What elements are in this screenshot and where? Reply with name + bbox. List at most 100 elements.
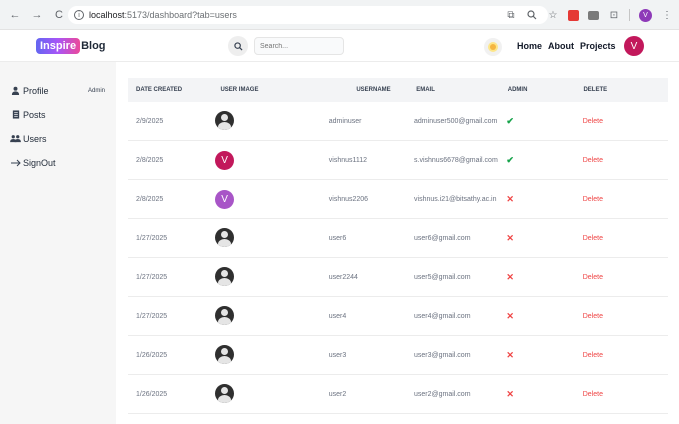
sidebar-item-posts[interactable]: Posts: [10, 109, 46, 120]
delete-user-button[interactable]: Delete: [583, 391, 603, 398]
address-bar[interactable]: i localhost:5173/dashboard?tab=users: [68, 6, 548, 24]
browser-toolbar: ← → C i localhost:5173/dashboard?tab=use…: [0, 0, 679, 30]
user-avatar: V: [215, 189, 235, 209]
nav-projects-link[interactable]: Projects: [580, 41, 616, 51]
cell-date-created: 1/26/2025: [136, 351, 168, 359]
cross-icon: ✕: [506, 271, 514, 282]
cell-user-image: [207, 110, 281, 132]
users-table: Date created User image Username Email A…: [128, 78, 668, 414]
search-icon[interactable]: [228, 36, 248, 56]
cell-date-created: 2/8/2025: [136, 156, 164, 164]
cell-user-image: [207, 227, 281, 249]
cell-user-image: [207, 383, 281, 405]
search-input[interactable]: [254, 37, 344, 55]
user-avatar: V: [215, 150, 235, 170]
user-avatar-icon: [215, 227, 235, 247]
browser-actions: ⧉ ☆ ⊡ V ⋮: [505, 6, 673, 24]
user-avatar-icon: [215, 305, 235, 325]
user-avatar-icon: [215, 344, 235, 364]
cross-icon: ✕: [506, 193, 514, 204]
bookmark-star-icon[interactable]: ☆: [547, 9, 559, 21]
main-nav: Home About Projects: [517, 41, 616, 51]
table-row: 2/9/2025 adminuser adminuser500@gmail.com ✔…: [128, 102, 668, 141]
nav-home-link[interactable]: Home: [517, 41, 542, 51]
delete-user-button[interactable]: Delete: [583, 157, 603, 164]
sidebar-item-label: Posts: [23, 109, 46, 120]
table-row: 2/8/2025 Vvishnus2206 vishnus.i21@bitsathy…: [128, 180, 668, 219]
cell-email: user5@gmail.com: [414, 273, 471, 281]
cell-delete: Delete: [583, 157, 668, 164]
table-body: 2/9/2025 adminuser adminuser500@gmail.com ✔…: [128, 102, 668, 414]
cell-delete: Delete: [583, 352, 668, 359]
table-row: 1/26/2025 user2 user2@gmail.com ✕ Delete: [128, 375, 668, 414]
sidebar-item-label: Profile: [23, 85, 49, 96]
cell-user-image: V: [207, 150, 281, 170]
logo-text: Blog: [81, 40, 106, 52]
toolbar-divider: [629, 9, 630, 21]
cell-user-image: [207, 266, 281, 288]
cell-admin: ✕: [506, 350, 582, 361]
cell-admin: ✕: [506, 194, 582, 205]
theme-toggle-button[interactable]: [484, 38, 502, 56]
cell-user-image: V: [207, 189, 281, 209]
logo-badge: Inspire: [36, 38, 81, 54]
cell-date-created: 1/27/2025: [136, 234, 168, 242]
document-icon: [10, 109, 21, 120]
users-icon: [10, 133, 21, 144]
cell-email: user2@gmail.com: [414, 390, 471, 398]
cell-date-created: 2/9/2025: [136, 117, 164, 125]
delete-user-button[interactable]: Delete: [583, 313, 603, 320]
sidebar: Profile Admin Posts Users SignOut: [0, 62, 116, 424]
table-row: 1/27/2025 user4 user4@gmail.com ✕ Delete: [128, 297, 668, 336]
forward-icon[interactable]: →: [30, 8, 44, 22]
cell-date-created: 1/27/2025: [136, 312, 168, 320]
url-path: :5173/dashboard?tab=users: [124, 10, 237, 20]
app-header: Inspire Blog Home About Projects V: [0, 30, 679, 62]
header-user-image: User image: [220, 87, 259, 93]
cell-date-created: 1/26/2025: [136, 390, 168, 398]
translate-icon[interactable]: ⧉: [505, 9, 517, 21]
logo[interactable]: Inspire Blog: [36, 38, 106, 54]
cell-email: adminuser500@gmail.com: [414, 117, 498, 125]
header-admin: Admin: [507, 87, 528, 93]
user-avatar[interactable]: V: [624, 36, 644, 56]
extensions-puzzle-icon[interactable]: ⊡: [608, 9, 620, 21]
cell-username: user2: [328, 390, 347, 398]
extension-gray-icon[interactable]: [588, 10, 599, 20]
back-icon[interactable]: ←: [8, 8, 22, 22]
sidebar-item-label: SignOut: [23, 157, 56, 168]
cell-delete: Delete: [583, 391, 668, 398]
cell-admin: ✔: [506, 155, 582, 166]
cell-delete: Delete: [583, 118, 668, 125]
sidebar-item-profile[interactable]: Profile: [10, 85, 49, 96]
arrow-right-icon: [10, 157, 21, 168]
reload-icon[interactable]: C: [52, 8, 66, 22]
browser-profile-avatar[interactable]: V: [639, 8, 652, 22]
user-icon: [10, 85, 21, 96]
nav-about-link[interactable]: About: [548, 41, 574, 51]
header-date-created: Date created: [136, 87, 183, 93]
admin-tag: Admin: [88, 88, 106, 94]
site-info-icon[interactable]: i: [74, 10, 84, 20]
cell-username: adminuser: [328, 117, 362, 125]
table-row: 1/27/2025 user6 user6@gmail.com ✕ Delete: [128, 219, 668, 258]
delete-user-button[interactable]: Delete: [583, 235, 603, 242]
delete-user-button[interactable]: Delete: [583, 274, 603, 281]
browser-menu-icon[interactable]: ⋮: [661, 9, 673, 21]
delete-user-button[interactable]: Delete: [583, 118, 603, 125]
delete-user-button[interactable]: Delete: [583, 352, 603, 359]
user-avatar-icon: [215, 110, 235, 130]
sidebar-item-signout[interactable]: SignOut: [10, 157, 56, 168]
cell-admin: ✕: [506, 272, 582, 283]
extension-red-icon[interactable]: [568, 9, 579, 21]
url-host: localhost: [89, 10, 125, 20]
header-username: Username: [356, 87, 391, 93]
cell-username: user4: [328, 312, 347, 320]
table-header-row: Date created User image Username Email A…: [128, 78, 668, 102]
zoom-icon[interactable]: [526, 9, 538, 21]
delete-user-button[interactable]: Delete: [583, 196, 603, 203]
cross-icon: ✕: [506, 388, 514, 399]
sidebar-item-users[interactable]: Users: [10, 133, 47, 144]
search-area: [228, 36, 344, 56]
cell-date-created: 2/8/2025: [136, 195, 164, 203]
